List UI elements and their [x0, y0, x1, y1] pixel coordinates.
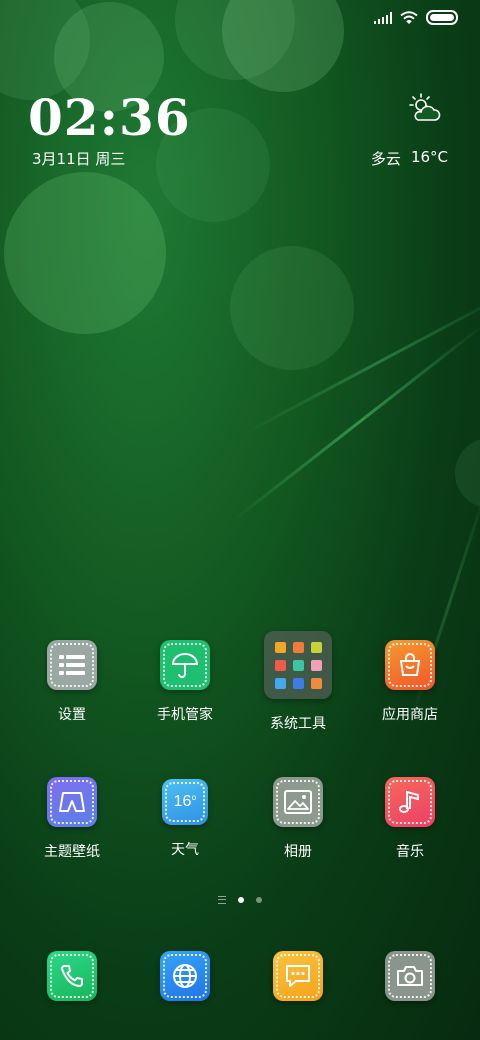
clock-date[interactable]: 3月11日 周三	[32, 148, 125, 169]
app-phone-manager[interactable]: 手机管家	[135, 640, 235, 724]
app-label: 主题壁纸	[44, 844, 100, 860]
settings-icon	[47, 640, 97, 690]
app-store[interactable]: 应用商店	[360, 640, 460, 724]
app-label: 系统工具	[270, 716, 326, 732]
shopping-bag-icon	[385, 640, 435, 690]
page-indicator[interactable]	[0, 896, 480, 904]
dock-messages[interactable]	[248, 951, 348, 1001]
app-label: 相册	[284, 844, 312, 860]
weather-app-temp: 16	[173, 793, 192, 810]
battery-icon	[426, 10, 458, 25]
status-bar	[374, 10, 458, 25]
app-label: 音乐	[396, 844, 424, 860]
app-label: 应用商店	[382, 707, 438, 723]
app-themes[interactable]: 主题壁纸	[22, 777, 122, 861]
app-gallery[interactable]: 相册	[248, 777, 348, 861]
partly-cloudy-icon[interactable]	[408, 92, 442, 126]
folder-icon	[264, 631, 332, 699]
weather-app-icon: 16 o	[162, 779, 208, 825]
app-label: 天气	[171, 842, 199, 858]
app-music[interactable]: 音乐	[360, 777, 460, 861]
folder-system-tools[interactable]: 系统工具	[248, 631, 348, 733]
umbrella-icon	[160, 640, 210, 690]
gallery-icon	[273, 777, 323, 827]
page-dot-2[interactable]	[256, 897, 262, 903]
signal-icon	[374, 11, 392, 24]
theme-icon	[47, 777, 97, 827]
page-dot-1[interactable]	[238, 897, 244, 903]
wifi-icon	[400, 10, 418, 24]
camera-icon	[385, 951, 435, 1001]
app-list-icon[interactable]	[218, 896, 226, 904]
app-label: 手机管家	[157, 707, 213, 723]
browser-icon	[160, 951, 210, 1001]
app-label: 设置	[58, 707, 86, 723]
clock-time[interactable]: 02:36	[28, 88, 191, 147]
dock-phone[interactable]	[22, 951, 122, 1001]
weather-widget[interactable]: 多云 16°C	[371, 148, 448, 169]
dock-browser[interactable]	[135, 951, 235, 1001]
weather-temperature: 16°C	[410, 148, 448, 166]
app-settings[interactable]: 设置	[22, 640, 122, 724]
phone-icon	[47, 951, 97, 1001]
music-note-icon	[385, 777, 435, 827]
app-weather[interactable]: 16 o 天气	[135, 777, 235, 859]
weather-condition: 多云	[370, 150, 401, 168]
dock-camera[interactable]	[360, 951, 460, 1001]
messages-icon	[273, 951, 323, 1001]
